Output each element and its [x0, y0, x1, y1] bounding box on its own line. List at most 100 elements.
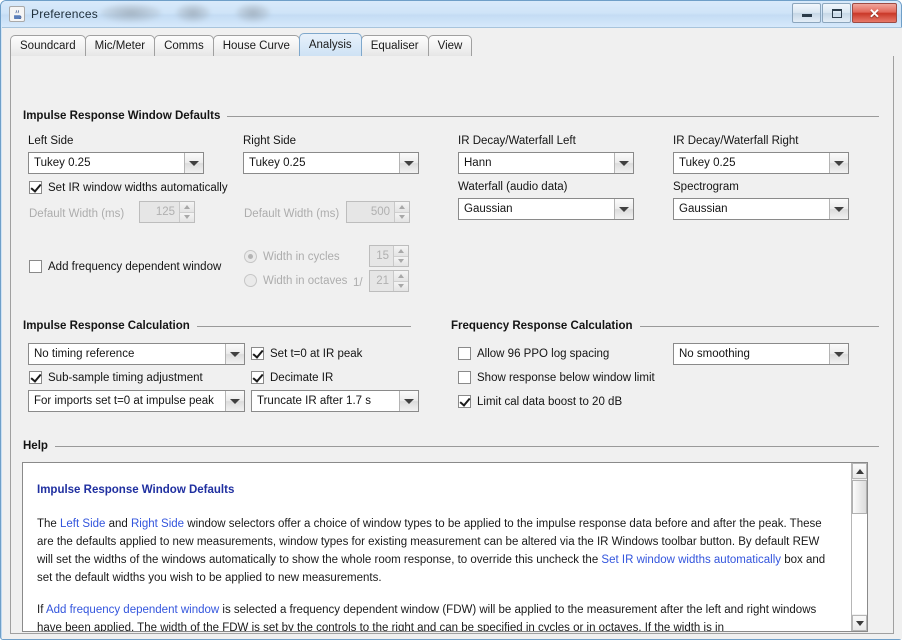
show-response-below-window-limit-checkbox[interactable]: Show response below window limit — [458, 371, 655, 384]
help-paragraph-1: The Left Side and Right Side window sele… — [37, 515, 838, 587]
scroll-up-button[interactable] — [852, 463, 867, 479]
checkbox-label: Sub-sample timing adjustment — [48, 371, 203, 384]
help-link-add-fdw[interactable]: Add frequency dependent window — [46, 604, 219, 616]
checkbox-label: Allow 96 PPO log spacing — [477, 347, 610, 360]
scrollbar-thumb[interactable] — [852, 480, 867, 514]
spectrogram-combo[interactable]: Gaussian — [673, 198, 849, 220]
tab-label: Soundcard — [20, 40, 76, 52]
spinner-down-icon[interactable] — [394, 255, 408, 266]
minimize-button[interactable] — [792, 3, 821, 23]
ir-decay-left-combo[interactable]: Hann — [458, 152, 634, 174]
default-width-right-spinner[interactable]: 500 — [346, 201, 410, 223]
maximize-button[interactable] — [822, 3, 851, 23]
help-link-right-side[interactable]: Right Side — [131, 518, 184, 530]
waterfall-combo[interactable]: Gaussian — [458, 198, 634, 220]
checkbox-label: Decimate IR — [270, 371, 334, 384]
tab-analysis[interactable]: Analysis — [298, 33, 362, 56]
truncate-ir-value: Truncate IR after 1.7 s — [257, 395, 371, 407]
chevron-down-icon[interactable] — [225, 391, 244, 411]
spinner-buttons[interactable] — [394, 202, 409, 222]
allow-96-ppo-log-spacing-checkbox[interactable]: Allow 96 PPO log spacing — [458, 347, 609, 360]
chevron-down-icon[interactable] — [399, 153, 418, 173]
help-link-left-side[interactable]: Left Side — [60, 518, 105, 530]
width-in-cycles-value: 15 — [376, 250, 389, 262]
help-content: Impulse Response Window Defaults The Lef… — [23, 463, 852, 631]
decimate-ir-checkbox[interactable]: Decimate IR — [251, 371, 333, 384]
default-width-left-spinner[interactable]: 125 — [139, 201, 195, 223]
title-bar[interactable]: Preferences ✕ — [1, 1, 901, 27]
ir-decay-right-label: IR Decay/Waterfall Right — [673, 135, 799, 147]
width-in-octaves-radio[interactable]: Width in octaves — [244, 274, 347, 287]
tab-label: View — [437, 40, 463, 52]
chevron-down-icon[interactable] — [225, 344, 244, 364]
truncate-ir-combo[interactable]: Truncate IR after 1.7 s — [251, 390, 419, 412]
set-ir-window-widths-automatically-checkbox[interactable]: Set IR window widths automatically — [29, 181, 228, 194]
client-area: Soundcard Mic/Meter Comms House Curve An… — [2, 27, 902, 639]
help-paragraph-2: If Add frequency dependent window is sel… — [37, 601, 838, 631]
chevron-down-icon[interactable] — [184, 153, 203, 173]
waterfall-label: Waterfall (audio data) — [458, 181, 568, 193]
checkbox-label: Add frequency dependent window — [48, 260, 222, 273]
right-side-combo[interactable]: Tukey 0.25 — [243, 152, 419, 174]
left-side-combo[interactable]: Tukey 0.25 — [28, 152, 204, 174]
ir-decay-left-value: Hann — [464, 157, 492, 169]
spectrogram-value: Gaussian — [679, 203, 728, 215]
section-rule — [196, 325, 411, 327]
scrollbar-track[interactable] — [852, 514, 867, 614]
default-width-left-label: Default Width (ms) — [29, 208, 125, 220]
tab-mic-meter[interactable]: Mic/Meter — [84, 35, 156, 56]
spinner-up-icon[interactable] — [394, 246, 408, 256]
chevron-down-icon[interactable] — [399, 391, 418, 411]
spinner-up-icon[interactable] — [395, 202, 409, 212]
scroll-down-button[interactable] — [852, 615, 867, 631]
chevron-down-icon[interactable] — [614, 199, 633, 219]
imports-timing-combo[interactable]: For imports set t=0 at impulse peak — [28, 390, 245, 412]
spectrogram-label: Spectrogram — [673, 181, 739, 193]
width-in-cycles-spinner[interactable]: 15 — [369, 245, 409, 267]
ir-decay-right-combo[interactable]: Tukey 0.25 — [673, 152, 849, 174]
tab-soundcard[interactable]: Soundcard — [10, 35, 86, 56]
width-in-octaves-value: 21 — [376, 275, 389, 287]
spinner-down-icon[interactable] — [395, 211, 409, 222]
spinner-down-icon[interactable] — [394, 280, 408, 291]
right-side-label: Right Side — [243, 135, 297, 147]
chevron-down-icon[interactable] — [829, 344, 848, 364]
add-frequency-dependent-window-checkbox[interactable]: Add frequency dependent window — [29, 260, 221, 273]
smoothing-combo[interactable]: No smoothing — [673, 343, 849, 365]
help-panel: Impulse Response Window Defaults The Lef… — [22, 462, 868, 632]
chevron-down-icon[interactable] — [829, 153, 848, 173]
tab-house-curve[interactable]: House Curve — [212, 35, 300, 56]
maximize-icon — [831, 8, 842, 18]
chevron-down-icon[interactable] — [614, 153, 633, 173]
spinner-down-icon[interactable] — [180, 211, 194, 222]
spinner-buttons[interactable] — [393, 271, 408, 291]
spinner-up-icon[interactable] — [180, 202, 194, 212]
spinner-buttons[interactable] — [393, 246, 408, 266]
close-button[interactable]: ✕ — [852, 3, 897, 23]
spinner-up-icon[interactable] — [394, 271, 408, 281]
tab-comms[interactable]: Comms — [154, 35, 214, 56]
help-scrollbar[interactable] — [851, 463, 867, 631]
tab-label: House Curve — [222, 40, 290, 52]
section-help: Help — [23, 440, 879, 452]
timing-reference-combo[interactable]: No timing reference — [28, 343, 245, 365]
width-in-cycles-radio[interactable]: Width in cycles — [244, 250, 340, 263]
radio-label: Width in cycles — [263, 250, 340, 263]
help-link-set-ir-window-widths[interactable]: Set IR window widths automatically — [601, 554, 781, 566]
tab-label: Mic/Meter — [94, 40, 146, 52]
imports-timing-value: For imports set t=0 at impulse peak — [34, 395, 214, 407]
tab-view[interactable]: View — [427, 35, 473, 56]
chevron-down-icon[interactable] — [829, 199, 848, 219]
ir-decay-right-value: Tukey 0.25 — [679, 157, 736, 169]
tab-equaliser[interactable]: Equaliser — [360, 35, 429, 56]
set-t0-at-ir-peak-checkbox[interactable]: Set t=0 at IR peak — [251, 347, 362, 360]
spinner-buttons[interactable] — [179, 202, 194, 222]
help-p2-a: If — [37, 604, 46, 616]
width-in-octaves-spinner[interactable]: 21 — [369, 270, 409, 292]
limit-cal-data-boost-checkbox[interactable]: Limit cal data boost to 20 dB — [458, 395, 622, 408]
preferences-window: Preferences ✕ Soundcard Mic/Meter Comms … — [0, 0, 902, 640]
close-icon: ✕ — [869, 5, 880, 21]
sub-sample-timing-adjustment-checkbox[interactable]: Sub-sample timing adjustment — [29, 371, 203, 384]
left-side-label: Left Side — [28, 135, 74, 147]
section-rule — [639, 325, 879, 327]
